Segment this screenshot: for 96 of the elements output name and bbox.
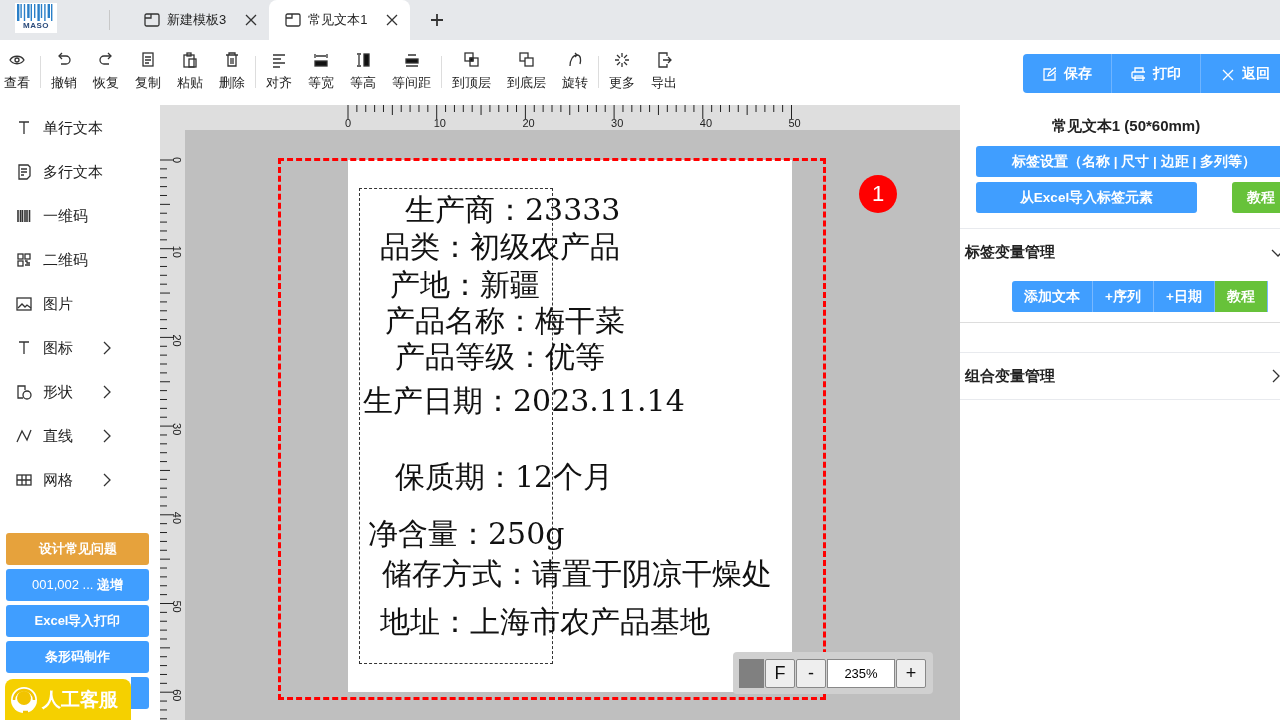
ruler-label: 40	[171, 511, 183, 525]
document-icon	[285, 13, 302, 27]
rotate-icon	[567, 52, 583, 68]
label-text[interactable]: 生产商：23333	[405, 193, 621, 227]
edit-icon	[1042, 66, 1056, 81]
label-text[interactable]: 净含量：250g	[368, 517, 565, 551]
equal-height-icon	[355, 52, 371, 68]
barcode-icon	[16, 208, 32, 224]
label-text[interactable]: 生产日期：2023.11.14	[363, 384, 685, 418]
image-icon	[16, 296, 32, 312]
section-header[interactable]: 组合变量管理	[960, 352, 1280, 400]
number-badge: 1	[859, 175, 897, 213]
logo-text: MASO	[23, 21, 49, 31]
sidebar-item[interactable]: 单行文本	[0, 106, 160, 150]
section-header[interactable]: 标签变量管理	[960, 228, 1280, 276]
chevron-right-icon	[1271, 369, 1280, 383]
label-text[interactable]: 产地：新疆	[390, 268, 540, 302]
chevron-right-icon	[102, 429, 112, 443]
ruler-label: 10	[433, 117, 446, 129]
toolbar-button[interactable]: 恢复	[85, 52, 127, 92]
headset-icon	[9, 684, 39, 715]
sidebar-item[interactable]: 多行文本	[0, 150, 160, 194]
send-back-icon	[518, 52, 535, 68]
sidebar-item[interactable]: 图标	[0, 326, 160, 370]
toolbar-button[interactable]: 复制	[127, 52, 169, 92]
ruler-label: 0	[171, 157, 183, 164]
ruler-label: 30	[611, 117, 624, 129]
toolbar-button[interactable]: 到顶层	[444, 52, 499, 92]
label-text[interactable]: 保质期：12个月	[395, 460, 614, 494]
label-text[interactable]: 产品名称：梅干菜	[385, 304, 625, 338]
panel-title: 常见文本1 (50*60mm)	[1050, 116, 1202, 136]
ruler-label: 20	[522, 117, 535, 129]
trash-icon	[224, 52, 240, 68]
ruler-label: 20	[171, 334, 183, 347]
align-left-icon	[271, 52, 287, 68]
document-icon	[144, 13, 160, 27]
chevron-right-icon	[102, 473, 112, 487]
chevron-down-icon	[1271, 247, 1280, 258]
sidebar-item[interactable]: 网格	[0, 458, 160, 502]
ruler-label: 40	[699, 117, 713, 129]
ruler-label: 50	[788, 117, 801, 129]
grid-icon	[16, 472, 32, 488]
close-icon	[386, 14, 399, 26]
sidebar-item[interactable]: 形状	[0, 370, 160, 414]
label-text[interactable]: 产品等级：优等	[395, 340, 605, 374]
toolbar-button[interactable]: 到底层	[499, 52, 554, 92]
label-text[interactable]: 储存方式：请置于阴凉干燥处	[382, 557, 772, 591]
export-icon	[656, 52, 672, 68]
ruler-label: 30	[171, 423, 183, 436]
toolbar-button[interactable]: 删除	[211, 52, 253, 92]
zoom-out-button[interactable]: -	[796, 658, 826, 688]
toolbar-button[interactable]: 对齐	[258, 52, 300, 92]
toolbar-button[interactable]: 等高	[342, 52, 384, 92]
document-icon	[16, 164, 32, 180]
undo-icon	[56, 52, 72, 68]
toolbar-button[interactable]: 等宽	[300, 52, 342, 92]
sidebar-item[interactable]: 直线	[0, 414, 160, 458]
equal-width-icon	[313, 52, 329, 68]
redo-icon	[98, 52, 114, 68]
zoom-field[interactable]: 235%	[827, 658, 895, 688]
label-text[interactable]: 品类：初级农产品	[380, 230, 620, 264]
toolbar-button[interactable]: 导出	[643, 52, 685, 92]
text-icon	[16, 120, 32, 136]
chevron-right-icon	[102, 385, 112, 399]
shapes-icon	[16, 384, 32, 400]
line-icon	[16, 428, 32, 444]
fit-button[interactable]: F	[765, 658, 795, 688]
spacing-icon	[403, 52, 420, 68]
copy-icon	[140, 52, 156, 68]
toolbar-button[interactable]: 等间距	[384, 52, 439, 92]
ruler-label: 50	[171, 600, 183, 613]
close-icon	[245, 14, 258, 26]
chevron-right-icon	[102, 341, 112, 355]
printer-icon	[1131, 66, 1145, 81]
toolbar-button[interactable]: 更多	[601, 52, 643, 92]
sidebar-item[interactable]: 图片	[0, 282, 160, 326]
toolbar-button[interactable]: 查看	[0, 52, 38, 92]
sidebar-item[interactable]: 二维码	[0, 238, 160, 282]
zoom-in-button[interactable]: +	[896, 658, 926, 688]
ruler-label: 10	[171, 245, 183, 258]
ruler-label: 60	[171, 689, 183, 702]
toolbar-button[interactable]: 旋转	[554, 52, 596, 92]
toolbar-button[interactable]: 撤销	[43, 52, 85, 92]
ruler-label: 0	[345, 117, 352, 129]
text-icon	[16, 340, 32, 356]
paste-icon	[182, 52, 198, 68]
sidebar-item[interactable]: 一维码	[0, 194, 160, 238]
bring-front-icon	[463, 52, 480, 68]
sparkle-icon	[614, 52, 630, 68]
color-swatch[interactable]	[739, 658, 764, 688]
add-tab-icon[interactable]	[430, 13, 445, 27]
tab[interactable]: 常见文本1	[269, 0, 411, 40]
tab[interactable]: 新建模板3	[128, 0, 270, 40]
qr-code-icon	[16, 252, 32, 268]
label-text[interactable]: 地址：上海市农产品基地	[380, 605, 710, 639]
toolbar-button[interactable]: 粘贴	[169, 52, 211, 92]
